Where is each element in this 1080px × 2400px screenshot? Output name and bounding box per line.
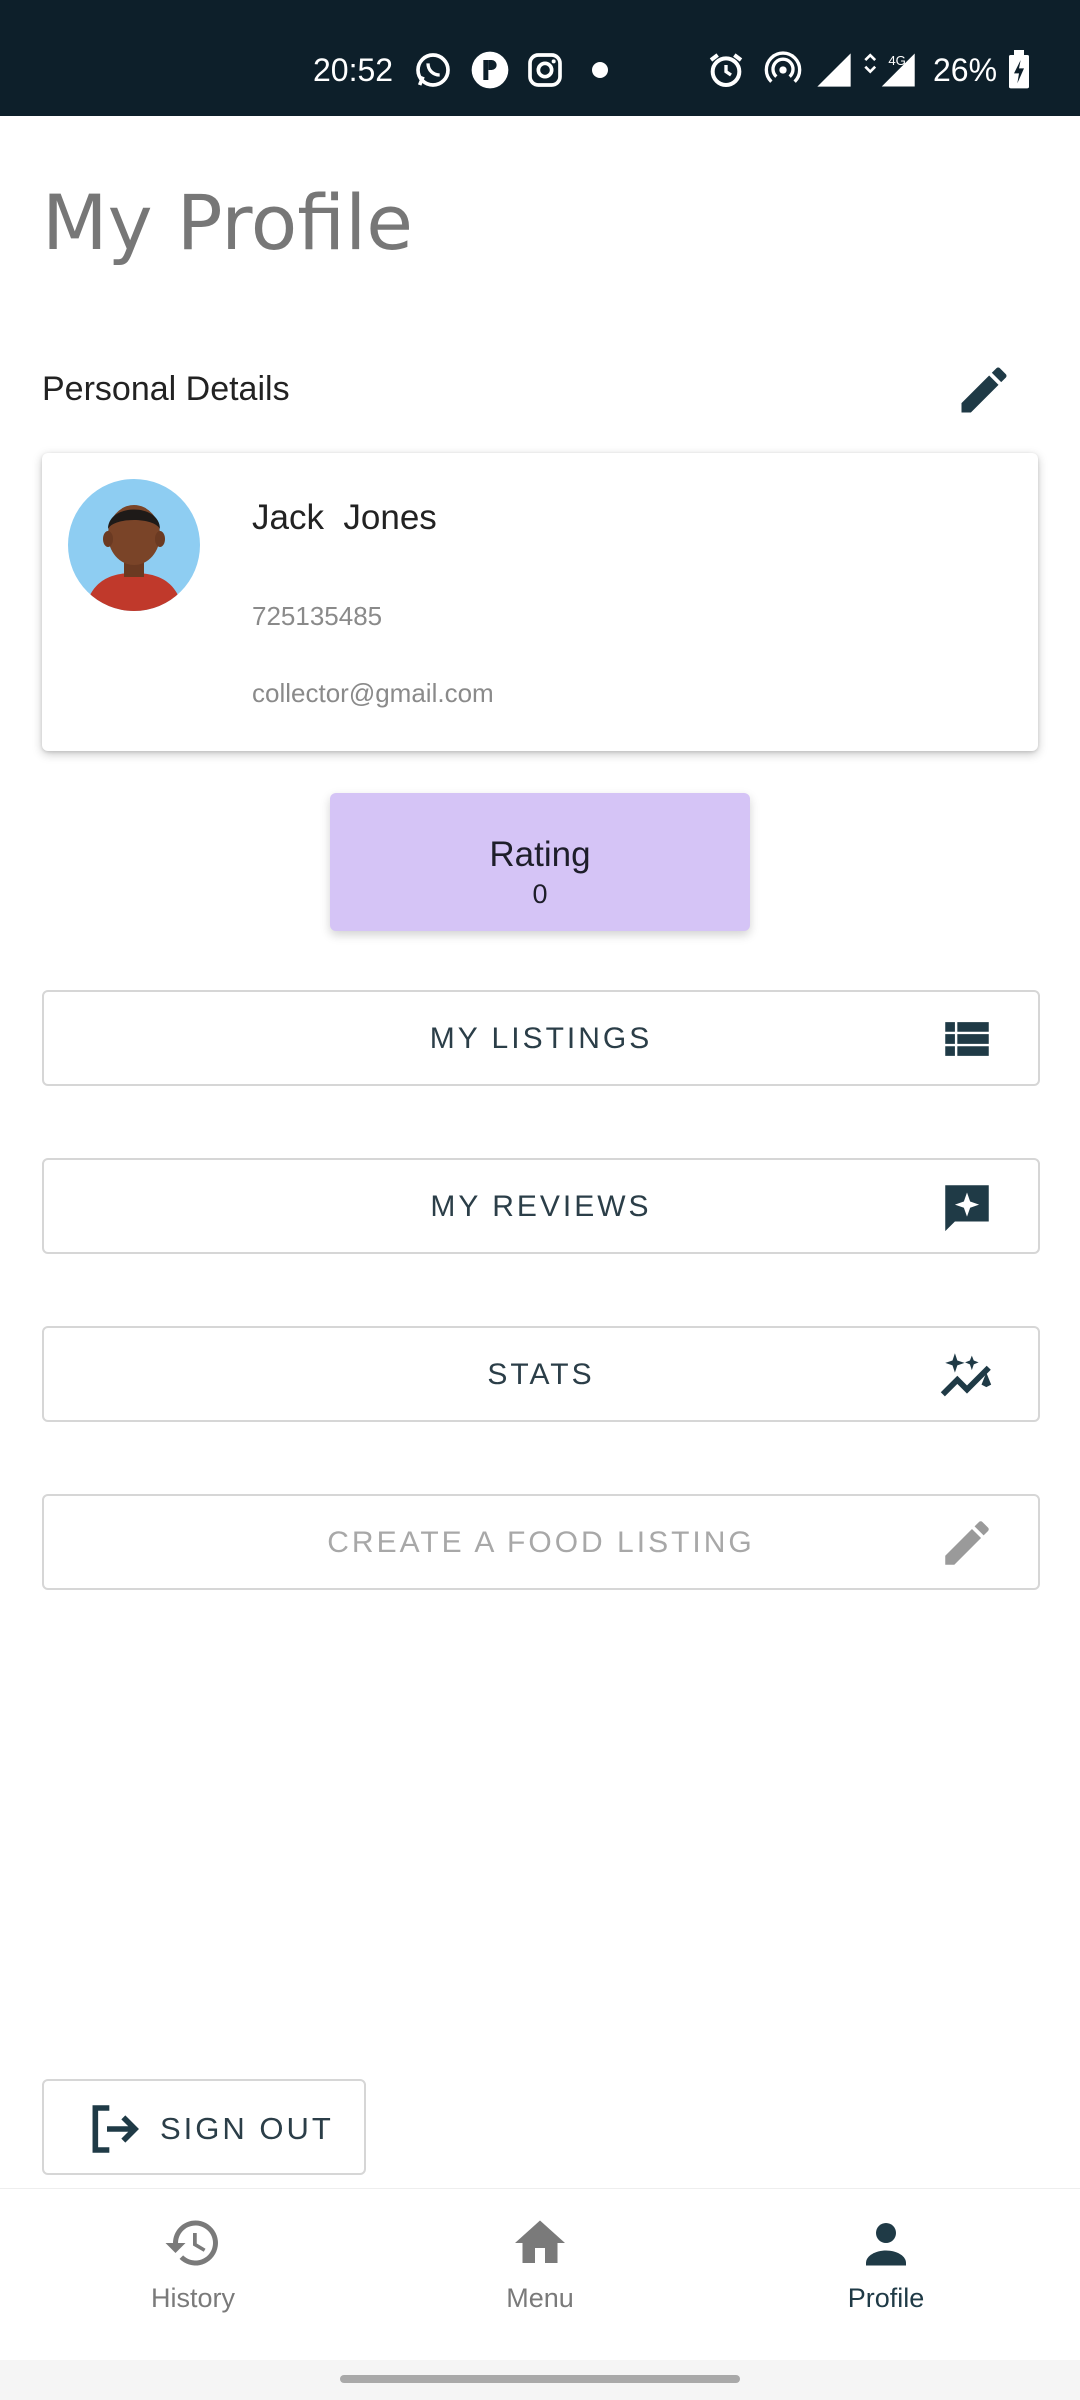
signal-icon xyxy=(817,53,851,87)
person-icon xyxy=(866,2223,906,2266)
rating-value: 0 xyxy=(532,879,548,909)
battery-percent: 26% xyxy=(933,52,998,88)
profile-phone: 725135485 xyxy=(252,601,383,631)
pencil-icon xyxy=(961,367,1007,413)
bottom-nav: History Menu Profile xyxy=(0,2188,1080,2361)
nav-profile[interactable]: Profile xyxy=(786,2213,986,2314)
nav-menu[interactable]: Menu xyxy=(440,2213,640,2314)
pencil-icon xyxy=(945,1521,989,1565)
whatsapp-icon xyxy=(416,53,450,87)
sign-out-label: SIGN OUT xyxy=(160,2111,334,2146)
battery-charging-icon xyxy=(1009,50,1029,89)
svg-text:4G: 4G xyxy=(888,53,906,68)
nav-menu-label: Menu xyxy=(506,2283,574,2313)
sign-out-button[interactable]: SIGN OUT xyxy=(42,2079,366,2175)
gesture-bar[interactable] xyxy=(340,2375,740,2383)
stats-button[interactable]: STATS xyxy=(42,1326,1040,1422)
page-title: My Profile xyxy=(42,178,414,267)
my-listings-button[interactable]: MY LISTINGS xyxy=(42,990,1040,1086)
my-reviews-button[interactable]: MY REVIEWS xyxy=(42,1158,1040,1254)
status-time: 20:52 xyxy=(313,52,394,88)
rating-label: Rating xyxy=(489,835,591,874)
signal-4g-icon: 4G xyxy=(864,53,915,87)
rating-box: Rating 0 xyxy=(330,793,750,931)
edit-details-button[interactable] xyxy=(954,360,1014,420)
personal-details-heading: Personal Details xyxy=(42,370,290,408)
logout-icon xyxy=(92,2105,139,2153)
profile-card: Jack Jones 725135485 collector@gmail.com xyxy=(42,453,1038,751)
reviews-icon xyxy=(945,1185,989,1232)
create-food-listing-button[interactable]: CREATE A FOOD LISTING xyxy=(42,1494,1040,1590)
nav-profile-label: Profile xyxy=(847,2283,925,2313)
status-bar: 20:52 4G 26% xyxy=(0,0,1080,116)
auto-graph-icon xyxy=(940,1353,992,1397)
nav-history[interactable]: History xyxy=(93,2213,293,2314)
dot-icon xyxy=(592,62,608,78)
profile-name: Jack Jones xyxy=(252,498,437,537)
nav-history-label: History xyxy=(150,2283,235,2313)
list-icon xyxy=(945,1022,989,1056)
stats-label: STATS xyxy=(487,1358,595,1391)
profile-email: collector@gmail.com xyxy=(252,678,494,708)
instagram-icon xyxy=(528,53,562,87)
avatar xyxy=(63,474,205,616)
my-listings-label: MY LISTINGS xyxy=(429,1022,653,1055)
my-reviews-label: MY REVIEWS xyxy=(430,1190,652,1223)
create-listing-label: CREATE A FOOD LISTING xyxy=(327,1526,755,1559)
pinterest-icon xyxy=(471,51,509,89)
hotspot-icon xyxy=(764,51,802,83)
history-icon xyxy=(165,2220,218,2266)
home-icon xyxy=(515,2220,565,2263)
alarm-icon xyxy=(709,53,743,87)
